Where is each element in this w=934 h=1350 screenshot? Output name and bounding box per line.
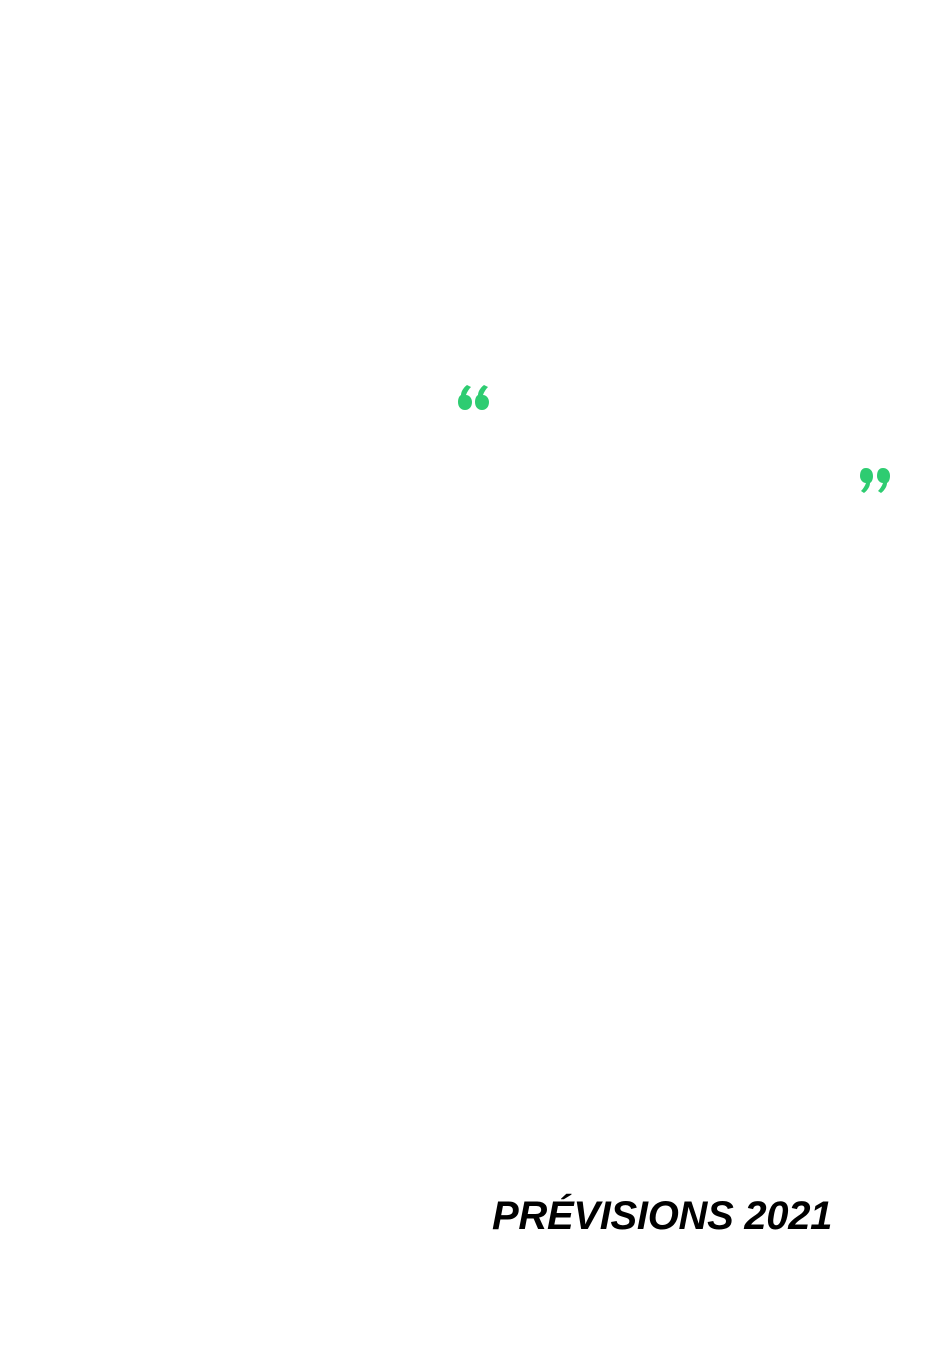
- close-quote-icon: [858, 466, 892, 496]
- document-page: PRÉVISIONS 2021: [0, 0, 934, 1350]
- open-quote-icon: [457, 382, 491, 412]
- footer-title: PRÉVISIONS 2021: [492, 1194, 833, 1238]
